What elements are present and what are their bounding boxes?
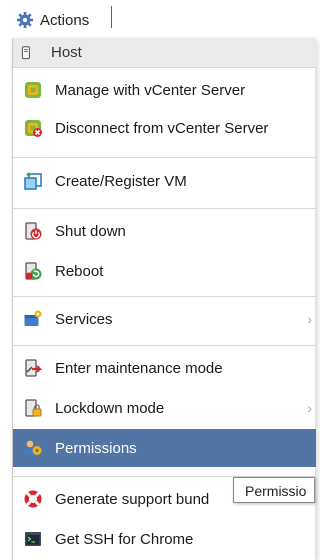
text-caret [111,6,112,28]
services-icon [24,310,42,326]
create-vm-icon [24,172,42,190]
menu-item-permissions[interactable]: Permissions [13,429,316,467]
reboot-icon [25,262,42,280]
menu-header-label: Host [51,44,82,61]
menu-item-reboot[interactable]: Reboot [13,252,316,290]
menu-item-label: Shut down [55,222,126,240]
menu-item-label: Create/Register VM [55,172,187,190]
vcenter-disconnect-icon [25,120,42,137]
actions-button[interactable]: Actions [0,0,114,40]
menu-separator [13,208,316,209]
ssh-chrome-icon [25,532,41,546]
menu-header: Host [13,38,316,68]
permissions-tooltip: Permissio [233,477,315,503]
chevron-right-icon: › [307,311,312,327]
menu-item-enter-maintenance[interactable]: Enter maintenance mode [13,349,316,387]
actions-label: Actions [40,11,90,29]
menu-item-label: Lockdown mode [55,399,165,417]
menu-item-label: Disconnect from vCenter Server [55,119,269,137]
menu-item-label: Permissions [55,439,137,457]
menu-separator [13,157,316,158]
menu-item-create-register-vm[interactable]: Create/Register VM [13,162,316,200]
menu-item-label: Enter maintenance mode [55,359,223,377]
support-bundle-icon [24,490,42,508]
menu-item-label: Generate support bund [55,490,210,508]
menu-item-lockdown-mode[interactable]: Lockdown mode › [13,389,316,427]
menu-item-label: Reboot [55,262,104,280]
gear-icon [16,11,34,29]
menu-item-label: Get SSH for Chrome [55,530,194,548]
menu-item-get-ssh-chrome[interactable]: Get SSH for Chrome [13,520,316,558]
host-server-icon [21,45,30,59]
menu-item-manage-vcenter[interactable]: Manage with vCenter Server [13,72,316,108]
menu-item-services[interactable]: Services › [13,300,316,338]
menu-item-label: Manage with vCenter Server [55,81,246,99]
maintenance-icon [25,359,43,377]
lockdown-icon [25,399,42,417]
menu-separator [13,345,316,346]
chevron-right-icon: › [307,400,312,416]
menu-separator [13,296,316,297]
permissions-icon [24,440,42,455]
menu-item-label: Services [55,310,113,328]
menu-item-disconnect-vcenter[interactable]: Disconnect from vCenter Server [13,110,316,146]
vcenter-manage-icon [25,82,41,98]
menu-item-shut-down[interactable]: Shut down [13,212,316,250]
shutdown-icon [25,222,42,240]
